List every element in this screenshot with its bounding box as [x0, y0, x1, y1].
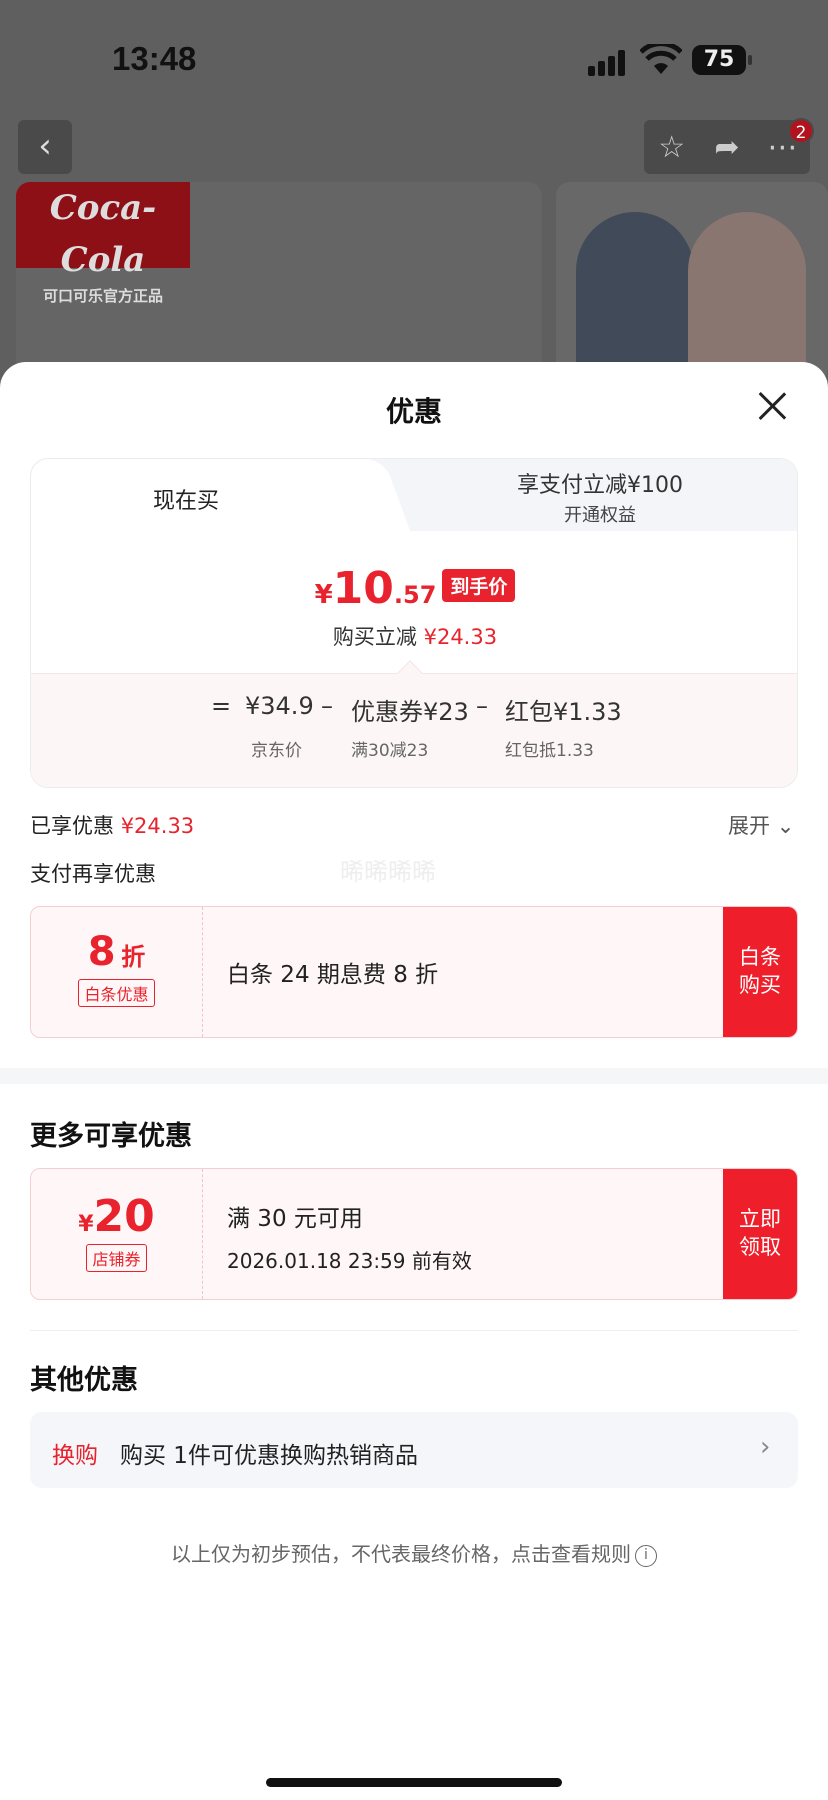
store-coupon-validity: 2026.01.18 23:59 前有效: [227, 1249, 472, 1273]
redpacket-label: 红包抵1.33: [505, 741, 594, 761]
notification-badge: 2: [788, 118, 814, 144]
claim-coupon-button[interactable]: 立即 领取: [723, 1169, 797, 1299]
final-price-tag: 到手价: [442, 569, 516, 602]
swap-label: 换购: [52, 1443, 98, 1469]
store-coupon-condition: 满 30 元可用: [227, 1206, 363, 1232]
baitiao-discount: 8 折 白条优惠: [31, 907, 203, 1037]
towel-image: [576, 212, 694, 382]
status-time: 13:48: [112, 40, 197, 77]
minus-sign: –: [476, 692, 488, 720]
share-icon[interactable]: ➦: [707, 130, 747, 165]
swap-text: 购买 1件可优惠换购热销商品: [120, 1443, 418, 1469]
towel-image: [688, 212, 806, 382]
signal-icon: [588, 50, 630, 76]
store-coupon: ¥20 店铺券 满 30 元可用 2026.01.18 23:59 前有效 立即…: [30, 1168, 798, 1300]
tab-bar: 现在买 享支付立减¥100 开通权益: [31, 459, 797, 531]
product-card[interactable]: Coca-Cola 可口可乐官方正品: [16, 182, 542, 382]
baitiao-offer: 8 折 白条优惠 白条 24 期息费 8 折 白条 购买: [30, 906, 798, 1038]
product-card-towel[interactable]: [556, 182, 828, 382]
more-offers-title: 更多可享优惠: [30, 1121, 192, 1152]
coupon-amount: 优惠券¥23: [351, 698, 469, 726]
other-offers-title: 其他优惠: [30, 1365, 138, 1396]
price-box: 现在买 享支付立减¥100 开通权益 ¥10.57 到手价 购买立减 ¥24.33…: [30, 458, 798, 788]
redpacket-amount: 红包¥1.33: [505, 698, 622, 726]
tab-buy-now-label[interactable]: 现在买: [31, 483, 341, 515]
discount-sheet: 优惠 现在买 享支付立减¥100 开通权益 ¥10.57 到手价 购买立减 ¥24…: [0, 362, 828, 1800]
buy-save: 购买立减 ¥24.33: [332, 625, 498, 649]
enjoyed-discount: 已享优惠 ¥24.33: [30, 814, 195, 838]
brand-logo: Coca-Cola 可口可乐官方正品: [16, 182, 190, 305]
watermark: 晞晞晞晞: [340, 858, 436, 886]
status-bar: 13:48 75: [0, 0, 828, 110]
store-coupon-amount: ¥20 店铺券: [31, 1169, 203, 1299]
chevron-right-icon: ›: [760, 1432, 771, 1462]
baitiao-buy-button[interactable]: 白条 购买: [723, 907, 797, 1037]
divider-line: [30, 1330, 798, 1331]
baitiao-desc: 白条 24 期息费 8 折: [227, 962, 439, 988]
top-actions: ☆ ➦ ⋯: [644, 120, 810, 174]
section-divider: [0, 1068, 828, 1084]
chevron-down-icon: ⌄: [776, 814, 795, 838]
baitiao-tag: 白条优惠: [78, 979, 155, 1007]
tab-pay-benefit[interactable]: 享支付立减¥100 开通权益: [401, 467, 797, 527]
pay-more-label: 支付再享优惠: [30, 862, 156, 886]
home-indicator[interactable]: [266, 1778, 562, 1787]
equals-sign: =: [211, 692, 232, 720]
store-coupon-tag: 店铺券: [86, 1244, 147, 1272]
back-button[interactable]: ‹: [18, 120, 72, 174]
price-breakdown: = ¥34.9 京东价 – 优惠券¥23 满30减23 – 红包¥1.33 红包…: [31, 660, 797, 787]
swap-offer-row[interactable]: 换购 购买 1件可优惠换购热销商品 ›: [30, 1412, 798, 1488]
sheet-title: 优惠: [385, 395, 442, 428]
coupon-condition: 满30减23: [351, 741, 429, 761]
final-price: ¥10.57 到手价: [31, 563, 797, 614]
close-icon[interactable]: [752, 386, 792, 426]
info-icon[interactable]: i: [635, 1544, 657, 1567]
star-icon[interactable]: ☆: [652, 130, 692, 165]
wifi-icon: [640, 44, 682, 74]
battery-icon: 75: [692, 45, 752, 75]
minus-sign: –: [321, 692, 333, 720]
base-price: ¥34.9: [245, 692, 314, 720]
expand-toggle[interactable]: 展开 ⌄: [728, 810, 794, 840]
footnote[interactable]: 以上仅为初步预估，不代表最终价格，点击查看规则 i: [0, 1538, 828, 1567]
base-price-label: 京东价: [251, 741, 302, 761]
